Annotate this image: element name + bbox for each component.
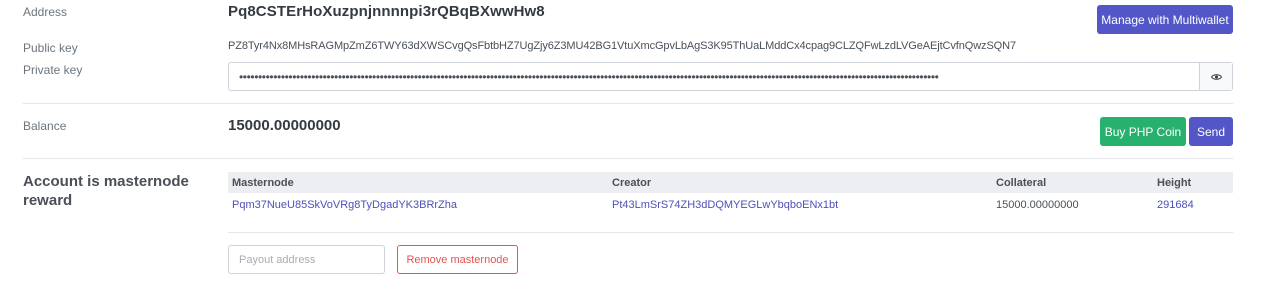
masternode-address-link[interactable]: Pqm37NueU85SkVoVRg8TyDgadYK3BRrZha xyxy=(232,199,457,211)
public-key-value: PZ8Tyr4Nx8MHsRAGMpZmZ6TWY63dXWSCvgQsFbtb… xyxy=(228,40,1017,52)
table-header: Masternode Creator Collateral Height xyxy=(228,172,1233,193)
column-header-height: Height xyxy=(1157,176,1192,189)
divider xyxy=(228,232,1233,233)
masternode-title: Account is masternode reward xyxy=(23,173,189,209)
collateral-value: 15000.00000000 xyxy=(996,199,1079,211)
divider xyxy=(23,103,1233,104)
height-link[interactable]: 291684 xyxy=(1157,199,1194,211)
balance-label: Balance xyxy=(23,119,67,133)
address-label: Address xyxy=(23,5,68,19)
column-header-collateral: Collateral xyxy=(996,176,1047,189)
buy-coin-button[interactable]: Buy PHP Coin xyxy=(1100,117,1186,146)
column-header-creator: Creator xyxy=(612,176,652,189)
balance-value: 15000.00000000 xyxy=(228,117,341,134)
private-key-input[interactable]: ••••••••••••••••••••••••••••••••••••••••… xyxy=(229,63,1199,90)
masternode-table: Masternode Creator Collateral Height Pqm… xyxy=(228,172,1233,217)
address-value: Pq8CSTErHoXuzpnjnnnnpi3rQBqBXwwHw8 xyxy=(228,3,545,20)
send-button[interactable]: Send xyxy=(1189,117,1233,146)
manage-multiwallet-button[interactable]: Manage with Multiwallet xyxy=(1097,5,1233,34)
table-row: Pqm37NueU85SkVoVRg8TyDgadYK3BRrZha Pt43L… xyxy=(228,193,1233,217)
creator-address-link[interactable]: Pt43LmSrS74ZH3dDQMYEGLwYbqboENx1bt xyxy=(612,199,838,211)
remove-masternode-button[interactable]: Remove masternode xyxy=(397,245,518,274)
private-key-label: Private key xyxy=(23,63,83,77)
eye-icon xyxy=(1210,73,1222,80)
private-key-field: ••••••••••••••••••••••••••••••••••••••••… xyxy=(228,62,1233,91)
public-key-label: Public key xyxy=(23,41,78,55)
reveal-private-key-button[interactable] xyxy=(1199,63,1232,90)
payout-address-input[interactable]: Payout address xyxy=(228,245,385,274)
column-header-masternode: Masternode xyxy=(232,176,294,189)
divider xyxy=(23,158,1233,159)
